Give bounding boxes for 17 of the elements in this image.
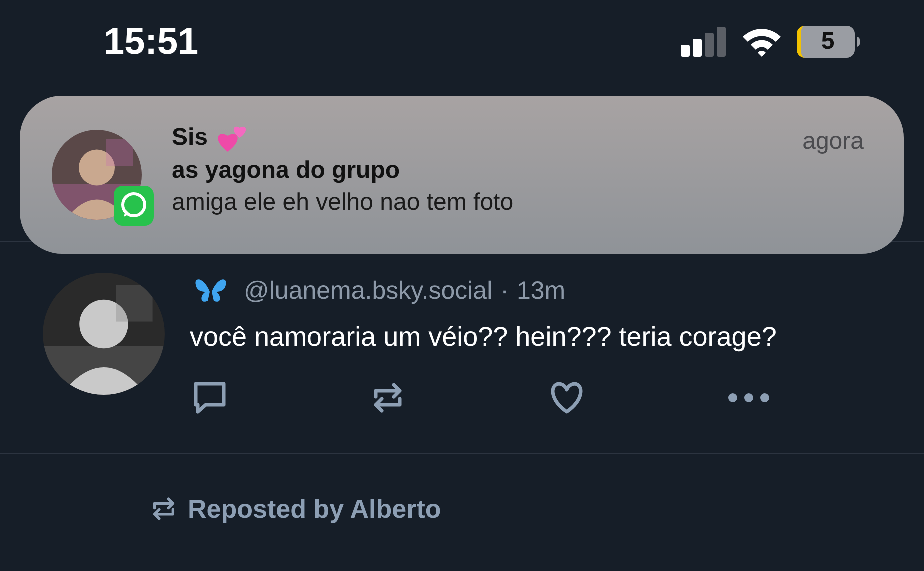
clock-time: 15:51 bbox=[104, 20, 199, 64]
repost-label: Reposted by Alberto bbox=[188, 492, 442, 526]
user-handle[interactable]: @luanema.bsky.social bbox=[244, 273, 493, 310]
reply-icon[interactable] bbox=[192, 380, 228, 414]
chat-app-icon bbox=[114, 186, 154, 226]
separator-dot: · bbox=[500, 276, 509, 307]
more-options-icon[interactable] bbox=[728, 392, 770, 402]
battery-icon: 5 bbox=[797, 26, 855, 58]
notification-banner[interactable]: Sis as yagona do grupo amiga ele eh velho nao tem foto agora bbox=[20, 96, 904, 254]
wifi-icon bbox=[741, 26, 783, 58]
notification-message: amiga ele eh velho nao tem foto bbox=[172, 188, 515, 218]
group-name: as yagona do grupo bbox=[172, 156, 402, 186]
post-age: 13m bbox=[516, 276, 566, 307]
cellular-signal-icon bbox=[681, 27, 727, 57]
sender-name: Sis bbox=[172, 123, 208, 153]
post-text: você namoraria um véio?? hein??? teria corage? bbox=[190, 320, 778, 354]
notification-time: agora bbox=[802, 127, 864, 157]
